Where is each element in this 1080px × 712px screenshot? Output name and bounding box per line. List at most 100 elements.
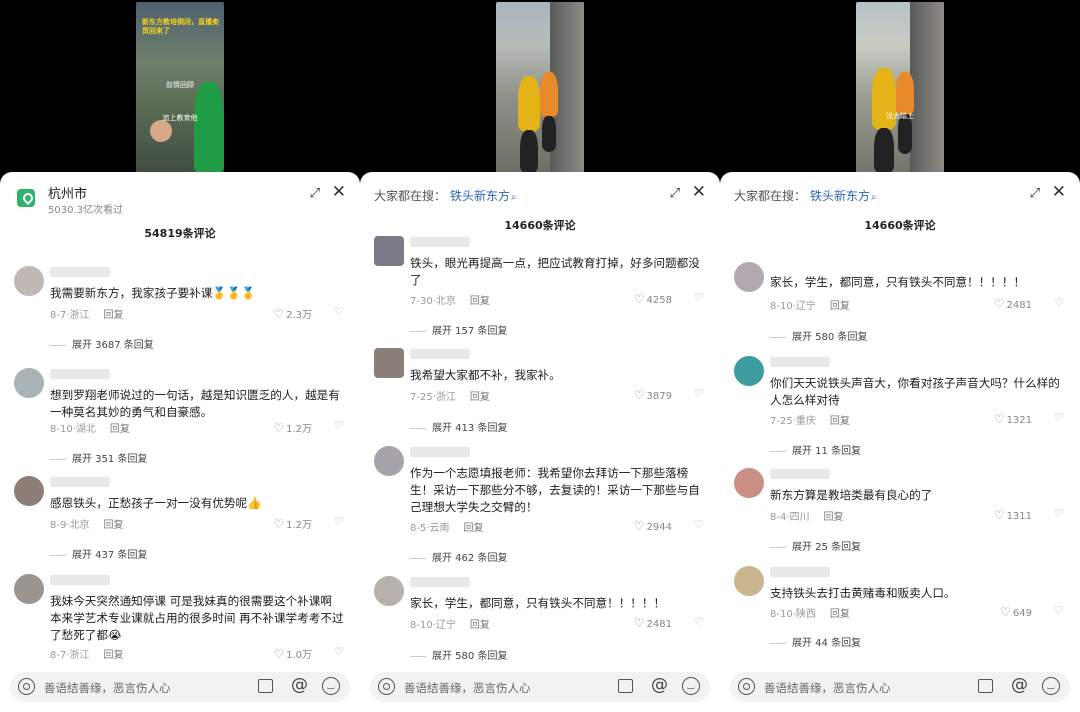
expand-icon[interactable]: ⤢ (310, 186, 320, 201)
emoji-icon[interactable]: ‿ (682, 677, 700, 695)
reply-button[interactable]: 回复 (464, 523, 484, 534)
username[interactable] (770, 469, 830, 479)
emoji-icon[interactable]: ‿ (1042, 677, 1060, 695)
comment-input-bar[interactable]: 善语结善缘，恶言伤人心 @ ‿ (730, 672, 1070, 702)
trending-search[interactable]: 大家都在搜： 铁头新东方 (734, 187, 877, 204)
expand-replies-link[interactable]: 展开 25 条回复 (792, 538, 861, 553)
close-icon[interactable]: ✕ (1052, 182, 1066, 202)
dislike-icon[interactable]: ♡ (334, 645, 344, 658)
video-player[interactable] (360, 0, 720, 178)
dislike-icon[interactable]: ♡ (694, 291, 704, 304)
reply-button[interactable]: 回复 (104, 520, 124, 531)
camera-icon[interactable] (18, 678, 35, 695)
username[interactable] (410, 349, 470, 359)
like-button[interactable]: 1321 (994, 412, 1032, 426)
at-mention-icon[interactable]: @ (651, 675, 668, 695)
like-button[interactable]: 1.2万 (273, 420, 312, 435)
close-icon[interactable]: ✕ (692, 182, 706, 202)
at-mention-icon[interactable]: @ (291, 675, 308, 695)
like-button[interactable]: 1.0万 (273, 646, 312, 661)
dislike-icon[interactable]: ♡ (334, 515, 344, 528)
like-button[interactable]: 2.3万 (273, 306, 312, 321)
dislike-icon[interactable]: ♡ (1054, 507, 1064, 520)
reply-button[interactable]: 回复 (824, 512, 844, 523)
dislike-icon[interactable]: ♡ (694, 518, 704, 531)
comment-input[interactable]: 善语结善缘，恶言伤人心 (764, 680, 891, 696)
trending-keyword[interactable]: 铁头新东方 (450, 189, 517, 203)
expand-replies-link[interactable]: 展开 351 条回复 (72, 450, 147, 465)
video-player[interactable]: 没太踏上 (720, 0, 1080, 178)
dislike-icon[interactable]: ♡ (334, 305, 344, 318)
location-title[interactable]: 杭州市 (48, 183, 87, 202)
like-button[interactable]: 649 (1000, 605, 1032, 619)
avatar[interactable] (734, 356, 764, 386)
dislike-icon[interactable]: ♡ (334, 419, 344, 432)
reply-button[interactable]: 回复 (830, 416, 850, 427)
like-button[interactable]: 1311 (994, 508, 1032, 522)
avatar[interactable] (734, 468, 764, 498)
username[interactable] (50, 575, 110, 585)
avatar[interactable] (374, 348, 404, 378)
avatar[interactable] (734, 566, 764, 596)
comment-input-bar[interactable]: 善语结善缘，恶言伤人心 @ ‿ (370, 672, 710, 702)
username[interactable] (410, 577, 470, 587)
username[interactable] (410, 237, 470, 247)
like-button[interactable]: 3879 (634, 388, 672, 402)
reply-button[interactable]: 回复 (830, 301, 850, 312)
expand-replies-link[interactable]: 展开 3687 条回复 (72, 336, 154, 351)
reply-button[interactable]: 回复 (470, 620, 490, 631)
trending-search[interactable]: 大家都在搜： 铁头新东方 (374, 187, 517, 204)
like-button[interactable]: 2481 (994, 297, 1032, 311)
expand-icon[interactable]: ⤢ (1030, 186, 1040, 201)
reply-button[interactable]: 回复 (470, 392, 490, 403)
comment-input[interactable]: 善语结善缘，恶言伤人心 (44, 680, 171, 696)
like-button[interactable]: 4258 (634, 292, 672, 306)
avatar[interactable] (14, 266, 44, 296)
reply-button[interactable]: 回复 (104, 310, 124, 321)
expand-replies-link[interactable]: 展开 413 条回复 (432, 419, 507, 434)
expand-icon[interactable]: ⤢ (670, 186, 680, 201)
dislike-icon[interactable]: ♡ (694, 615, 704, 628)
reply-button[interactable]: 回复 (110, 424, 130, 435)
expand-replies-link[interactable]: 展开 11 条回复 (792, 442, 861, 457)
emoji-icon[interactable]: ‿ (322, 677, 340, 695)
avatar[interactable] (374, 446, 404, 476)
dislike-icon[interactable]: ♡ (1054, 296, 1064, 309)
expand-replies-link[interactable]: 展开 44 条回复 (792, 634, 861, 649)
avatar[interactable] (374, 576, 404, 606)
video-player[interactable]: 新东方教培倒闭，直播卖货回来了 前情回顾 追上教育他 (0, 0, 360, 178)
location-pin-icon[interactable] (17, 189, 35, 207)
comment-input[interactable]: 善语结善缘，恶言伤人心 (404, 680, 531, 696)
like-button[interactable]: 1.2万 (273, 516, 312, 531)
expand-replies-link[interactable]: 展开 437 条回复 (72, 546, 147, 561)
avatar[interactable] (734, 262, 764, 292)
avatar[interactable] (14, 368, 44, 398)
like-button[interactable]: 2481 (634, 616, 672, 630)
expand-replies-link[interactable]: 展开 580 条回复 (792, 328, 867, 343)
username[interactable] (50, 477, 110, 487)
expand-replies-link[interactable]: 展开 157 条回复 (432, 322, 507, 337)
like-button[interactable]: 2944 (634, 519, 672, 533)
image-icon[interactable] (618, 679, 633, 693)
reply-button[interactable]: 回复 (470, 296, 490, 307)
username[interactable] (50, 267, 110, 277)
expand-replies-link[interactable]: 展开 462 条回复 (432, 549, 507, 564)
dislike-icon[interactable]: ♡ (694, 387, 704, 400)
trending-keyword[interactable]: 铁头新东方 (810, 189, 877, 203)
image-icon[interactable] (978, 679, 993, 693)
camera-icon[interactable] (378, 678, 395, 695)
avatar[interactable] (374, 236, 404, 266)
at-mention-icon[interactable]: @ (1011, 675, 1028, 695)
image-icon[interactable] (258, 679, 273, 693)
avatar[interactable] (14, 574, 44, 604)
username[interactable] (410, 447, 470, 457)
expand-replies-link[interactable]: 展开 580 条回复 (432, 647, 507, 662)
comment-input-bar[interactable]: 善语结善缘，恶言伤人心 @ ‿ (10, 672, 350, 702)
username[interactable] (770, 567, 830, 577)
reply-button[interactable]: 回复 (830, 609, 850, 620)
username[interactable] (50, 369, 110, 379)
dislike-icon[interactable]: ♡ (1054, 604, 1064, 617)
close-icon[interactable]: ✕ (332, 182, 346, 202)
reply-button[interactable]: 回复 (104, 650, 124, 661)
camera-icon[interactable] (738, 678, 755, 695)
